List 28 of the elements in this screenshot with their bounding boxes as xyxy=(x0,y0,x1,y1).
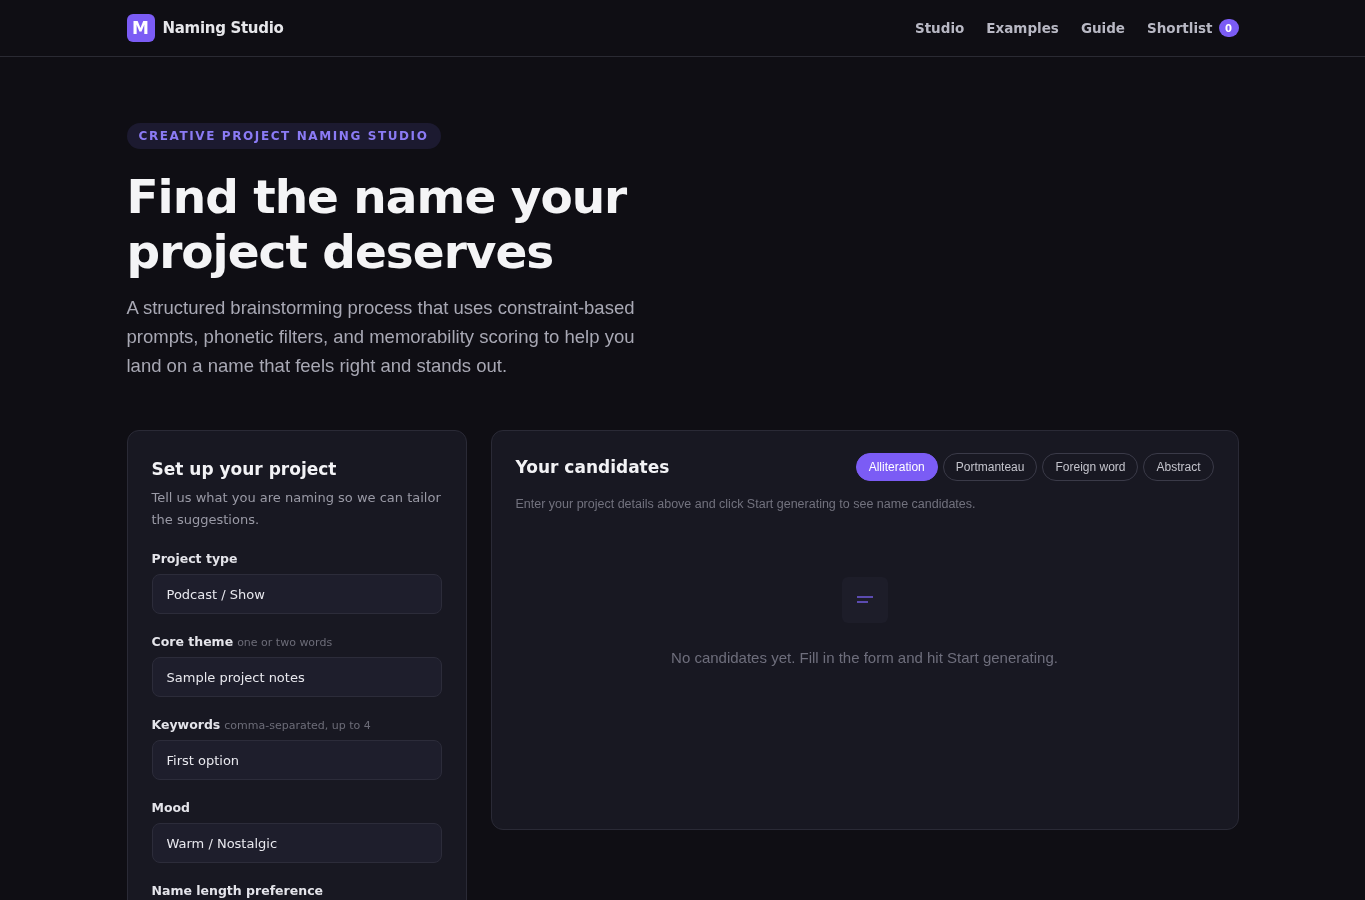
field-hint: comma-separated, up to 4 xyxy=(224,719,371,732)
nav-link[interactable]: Studio xyxy=(914,19,965,37)
empty-message: No candidates yet. Fill in the form and hit Start generating. xyxy=(671,649,1058,666)
eyebrow-tag: CREATIVE PROJECT NAMING STUDIO xyxy=(126,123,441,149)
card-title: Your candidates xyxy=(515,457,670,477)
input-field[interactable]: Podcast / Show xyxy=(151,574,442,614)
field-label: Mood xyxy=(151,800,191,815)
count-badge: 0 xyxy=(1218,19,1239,37)
card-subtitle: Tell us what you are naming so we can tailor the suggestions. xyxy=(151,489,442,529)
nav-link[interactable]: Examples xyxy=(986,19,1059,37)
brand-name: Naming Studio xyxy=(162,19,284,37)
field-hint: one or two words xyxy=(237,636,333,649)
field-label: Core theme xyxy=(151,634,234,649)
field-label: Keywords xyxy=(151,717,221,732)
nav-link[interactable]: Guide xyxy=(1080,19,1126,37)
field-label: Project type xyxy=(151,551,238,566)
list-icon xyxy=(841,577,888,623)
instructions-text: Enter your project details above and click Start generating to see name candidates. xyxy=(515,497,977,511)
hero-intro: A structured brainstorming process that uses constraint-based prompts, phonetic filters, and memorability scoring to help you land on a name that feels right and stands out. xyxy=(126,296,636,378)
nav-link[interactable]: Shortlist 0 xyxy=(1147,19,1239,37)
input-field[interactable]: Sample project notes xyxy=(151,657,442,697)
style-tab[interactable]: Alliteration xyxy=(855,453,938,481)
logo-icon: M xyxy=(126,14,155,42)
field-label: Name length preference xyxy=(151,883,324,898)
input-field[interactable]: First option xyxy=(151,740,442,780)
card-title: Set up your project xyxy=(151,459,338,479)
hero-title: Find the name your project deserves xyxy=(126,169,628,279)
input-field[interactable]: Warm / Nostalgic xyxy=(151,823,442,863)
